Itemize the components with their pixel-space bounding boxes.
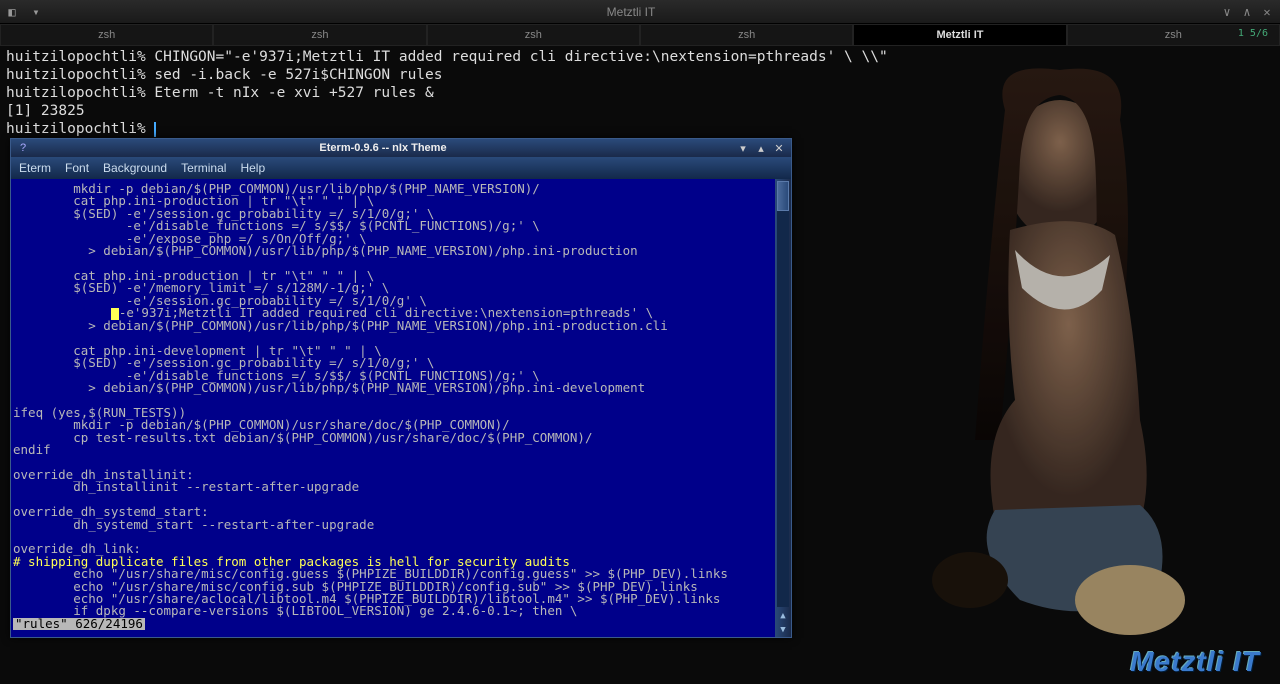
tab-label: zsh xyxy=(1165,29,1182,41)
menu-background[interactable]: Background xyxy=(103,161,167,175)
tab-bar: zsh zsh zsh zsh Metztli IT zsh xyxy=(0,24,1280,46)
close-icon[interactable]: ✕ xyxy=(771,141,787,155)
terminal-line: huitzilopochtli% Eterm -t nIx -e xvi +52… xyxy=(6,85,434,101)
tab-indicator: 1 5/6 xyxy=(1238,28,1268,39)
tab-zsh-3[interactable]: zsh xyxy=(427,24,640,45)
tab-zsh-1[interactable]: zsh xyxy=(0,24,213,45)
menu-font[interactable]: Font xyxy=(65,161,89,175)
window-title: Metztli IT xyxy=(48,5,1214,19)
tab-label: zsh xyxy=(525,29,542,41)
window-titlebar: ◧ ▾ Metztli IT ∨ ∧ ✕ xyxy=(0,0,1280,24)
tab-label: zsh xyxy=(311,29,328,41)
tab-zsh-2[interactable]: zsh xyxy=(213,24,426,45)
eterm-title: Eterm-0.9.6 -- nIx Theme xyxy=(35,142,731,154)
close-icon[interactable]: ✕ xyxy=(1260,5,1274,19)
tab-label: zsh xyxy=(738,29,755,41)
eterm-window: ? Eterm-0.9.6 -- nIx Theme ▾ ▴ ✕ Eterm F… xyxy=(10,138,792,638)
scroll-up-icon[interactable]: ▲ xyxy=(775,609,791,623)
menu-eterm[interactable]: Eterm xyxy=(19,161,51,175)
eterm-titlebar[interactable]: ? Eterm-0.9.6 -- nIx Theme ▾ ▴ ✕ xyxy=(11,139,791,157)
tab-label: zsh xyxy=(98,29,115,41)
minimize-icon[interactable]: ∨ xyxy=(1220,5,1234,19)
maximize-icon[interactable]: ∧ xyxy=(1240,5,1254,19)
terminal-line: huitzilopochtli% sed -i.back -e 527i$CHI… xyxy=(6,67,443,83)
tab-zsh-4[interactable]: zsh xyxy=(640,24,853,45)
menu-help[interactable]: Help xyxy=(240,161,265,175)
terminal-line: [1] 23825 xyxy=(6,103,85,119)
scroll-down-icon[interactable]: ▼ xyxy=(775,623,791,637)
scrollbar-track[interactable] xyxy=(777,181,789,607)
terminal-line: huitzilopochtli% CHINGON="-e'937i;Metztl… xyxy=(6,49,888,65)
menu-terminal[interactable]: Terminal xyxy=(181,161,226,175)
eterm-content[interactable]: mkdir -p debian/$(PHP_COMMON)/usr/lib/ph… xyxy=(11,179,775,637)
minimize-icon[interactable]: ▾ xyxy=(735,141,751,155)
help-icon[interactable]: ? xyxy=(15,142,31,154)
eterm-scrollbar[interactable]: ▲ ▼ xyxy=(775,179,791,637)
editor-status-line: "rules" 626/24196 xyxy=(13,618,145,630)
editor-text: > debian/$(PHP_COMMON)/usr/lib/php/$(PHP… xyxy=(13,318,668,556)
cursor-icon xyxy=(154,122,156,137)
maximize-icon[interactable]: ▴ xyxy=(753,141,769,155)
watermark-text: Metztli IT xyxy=(1130,646,1260,678)
menu-icon[interactable]: ▾ xyxy=(28,4,44,20)
app-icon: ◧ xyxy=(4,4,20,20)
scrollbar-thumb[interactable] xyxy=(777,181,789,211)
eterm-menubar: Eterm Font Background Terminal Help xyxy=(11,157,791,179)
tab-metztli-it[interactable]: Metztli IT xyxy=(853,24,1066,45)
editor-text: mkdir -p debian/$(PHP_COMMON)/usr/lib/ph… xyxy=(13,181,638,308)
terminal-output[interactable]: huitzilopochtli% CHINGON="-e'937i;Metztl… xyxy=(0,46,1280,140)
tab-label: Metztli IT xyxy=(936,29,983,41)
editor-text: echo "/usr/share/misc/config.guess $(PHP… xyxy=(13,566,728,618)
terminal-prompt: huitzilopochtli% xyxy=(6,121,154,137)
